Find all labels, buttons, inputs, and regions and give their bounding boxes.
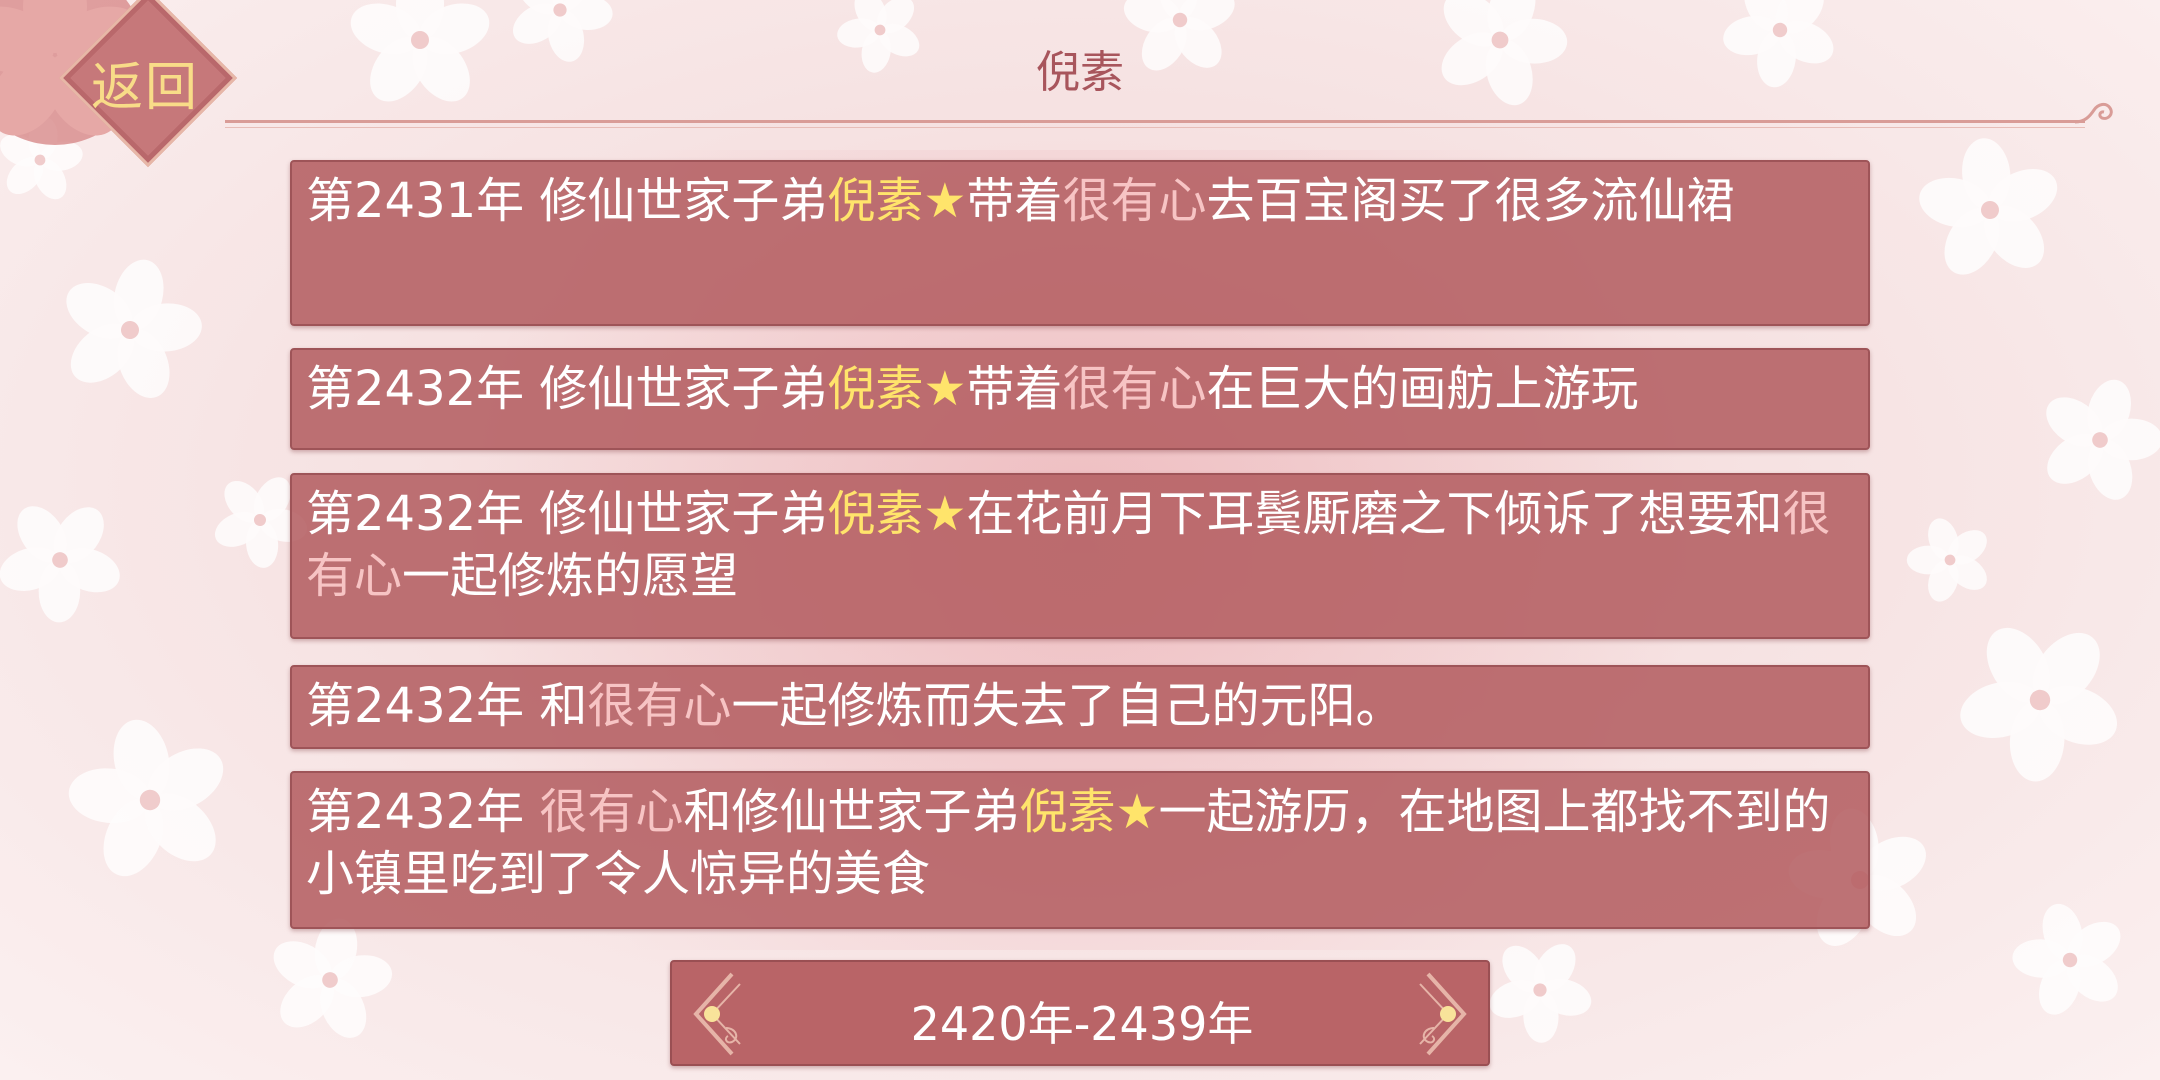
blossom-decoration-icon: [1919, 138, 2058, 275]
partner-name: 很有心: [539, 784, 684, 840]
app-root: 返回 倪素 第2431年 修仙世家子弟倪素★带着很有心去百宝阁买了很多流仙裙 第…: [0, 0, 2160, 1080]
event-segment: 在巨大的画舫上游玩: [1206, 361, 1639, 417]
swirl-ornament-icon: [2074, 102, 2113, 124]
partner-name: 很有心: [587, 678, 732, 734]
event-segment: 第2432年: [306, 784, 540, 840]
event-card[interactable]: 第2432年 和很有心一起修炼而失去了自己的元阳。: [290, 665, 1870, 749]
event-segment: 在花前月下耳鬓厮磨之下倾诉了想要和: [966, 486, 1783, 542]
header-divider: [225, 120, 2085, 123]
era-selector[interactable]: 2420年-2439年: [670, 960, 1490, 1066]
blossom-decoration-icon: [1960, 627, 2118, 782]
page-title: 倪素: [1036, 47, 1124, 98]
event-text: 第2432年 修仙世家子弟倪素★在花前月下耳鬓厮磨之下倾诉了想要和很有心一起修炼…: [306, 483, 1854, 607]
blossom-decoration-icon: [2046, 379, 2160, 500]
event-text: 第2431年 修仙世家子弟倪素★带着很有心去百宝阁买了很多流仙裙: [306, 170, 1854, 232]
blossom-decoration-icon: [1489, 944, 1592, 1043]
event-segment: 带着: [966, 173, 1063, 229]
partner-name: 很有心: [1062, 361, 1207, 417]
event-card[interactable]: 第2432年 很有心和修仙世家子弟倪素★一起游历，在地图上都找不到的小镇里吃到了…: [290, 771, 1870, 929]
era-range-label: 2420年-2439年: [910, 997, 1254, 1051]
event-segment: 带着: [966, 361, 1063, 417]
character-name: 倪素★: [827, 361, 967, 417]
event-segment: 一起修炼的愿望: [402, 548, 739, 604]
character-name: 倪素★: [827, 486, 967, 542]
event-segment: 第2432年 修仙世家子弟: [306, 361, 828, 417]
header-divider-thin: [225, 127, 2085, 128]
event-segment: 和修仙世家子弟: [683, 784, 1020, 840]
blossom-decoration-icon: [1906, 518, 1987, 602]
blossom-decoration-icon: [0, 506, 120, 623]
event-segment: 第2431年 修仙世家子弟: [306, 173, 828, 229]
event-text: 第2432年 修仙世家子弟倪素★带着很有心在巨大的画舫上游玩: [306, 358, 1854, 420]
event-segment: 一起修炼而失去了自己的元阳。: [731, 678, 1404, 734]
event-segment: 第2432年 和: [306, 678, 588, 734]
event-card[interactable]: 第2432年 修仙世家子弟倪素★在花前月下耳鬓厮磨之下倾诉了想要和很有心一起修炼…: [290, 473, 1870, 639]
event-card[interactable]: 第2431年 修仙世家子弟倪素★带着很有心去百宝阁买了很多流仙裙: [290, 160, 1870, 326]
character-name: 倪素★: [1019, 784, 1159, 840]
era-next-ornament-icon[interactable]: [1398, 966, 1478, 1062]
event-segment: 第2432年 修仙世家子弟: [306, 486, 828, 542]
blossom-decoration-icon: [273, 918, 393, 1038]
event-text: 第2432年 和很有心一起修炼而失去了自己的元阳。: [306, 675, 1854, 737]
character-name: 倪素★: [827, 173, 967, 229]
blossom-decoration-icon: [2012, 903, 2121, 1015]
event-card[interactable]: 第2432年 修仙世家子弟倪素★带着很有心在巨大的画舫上游玩: [290, 348, 1870, 450]
blossom-decoration-icon: [66, 259, 202, 398]
event-segment: 去百宝阁买了很多流仙裙: [1206, 173, 1735, 229]
event-text: 第2432年 很有心和修仙世家子弟倪素★一起游历，在地图上都找不到的小镇里吃到了…: [306, 781, 1854, 905]
blossom-decoration-icon: [68, 719, 224, 877]
partner-name: 很有心: [1062, 173, 1207, 229]
